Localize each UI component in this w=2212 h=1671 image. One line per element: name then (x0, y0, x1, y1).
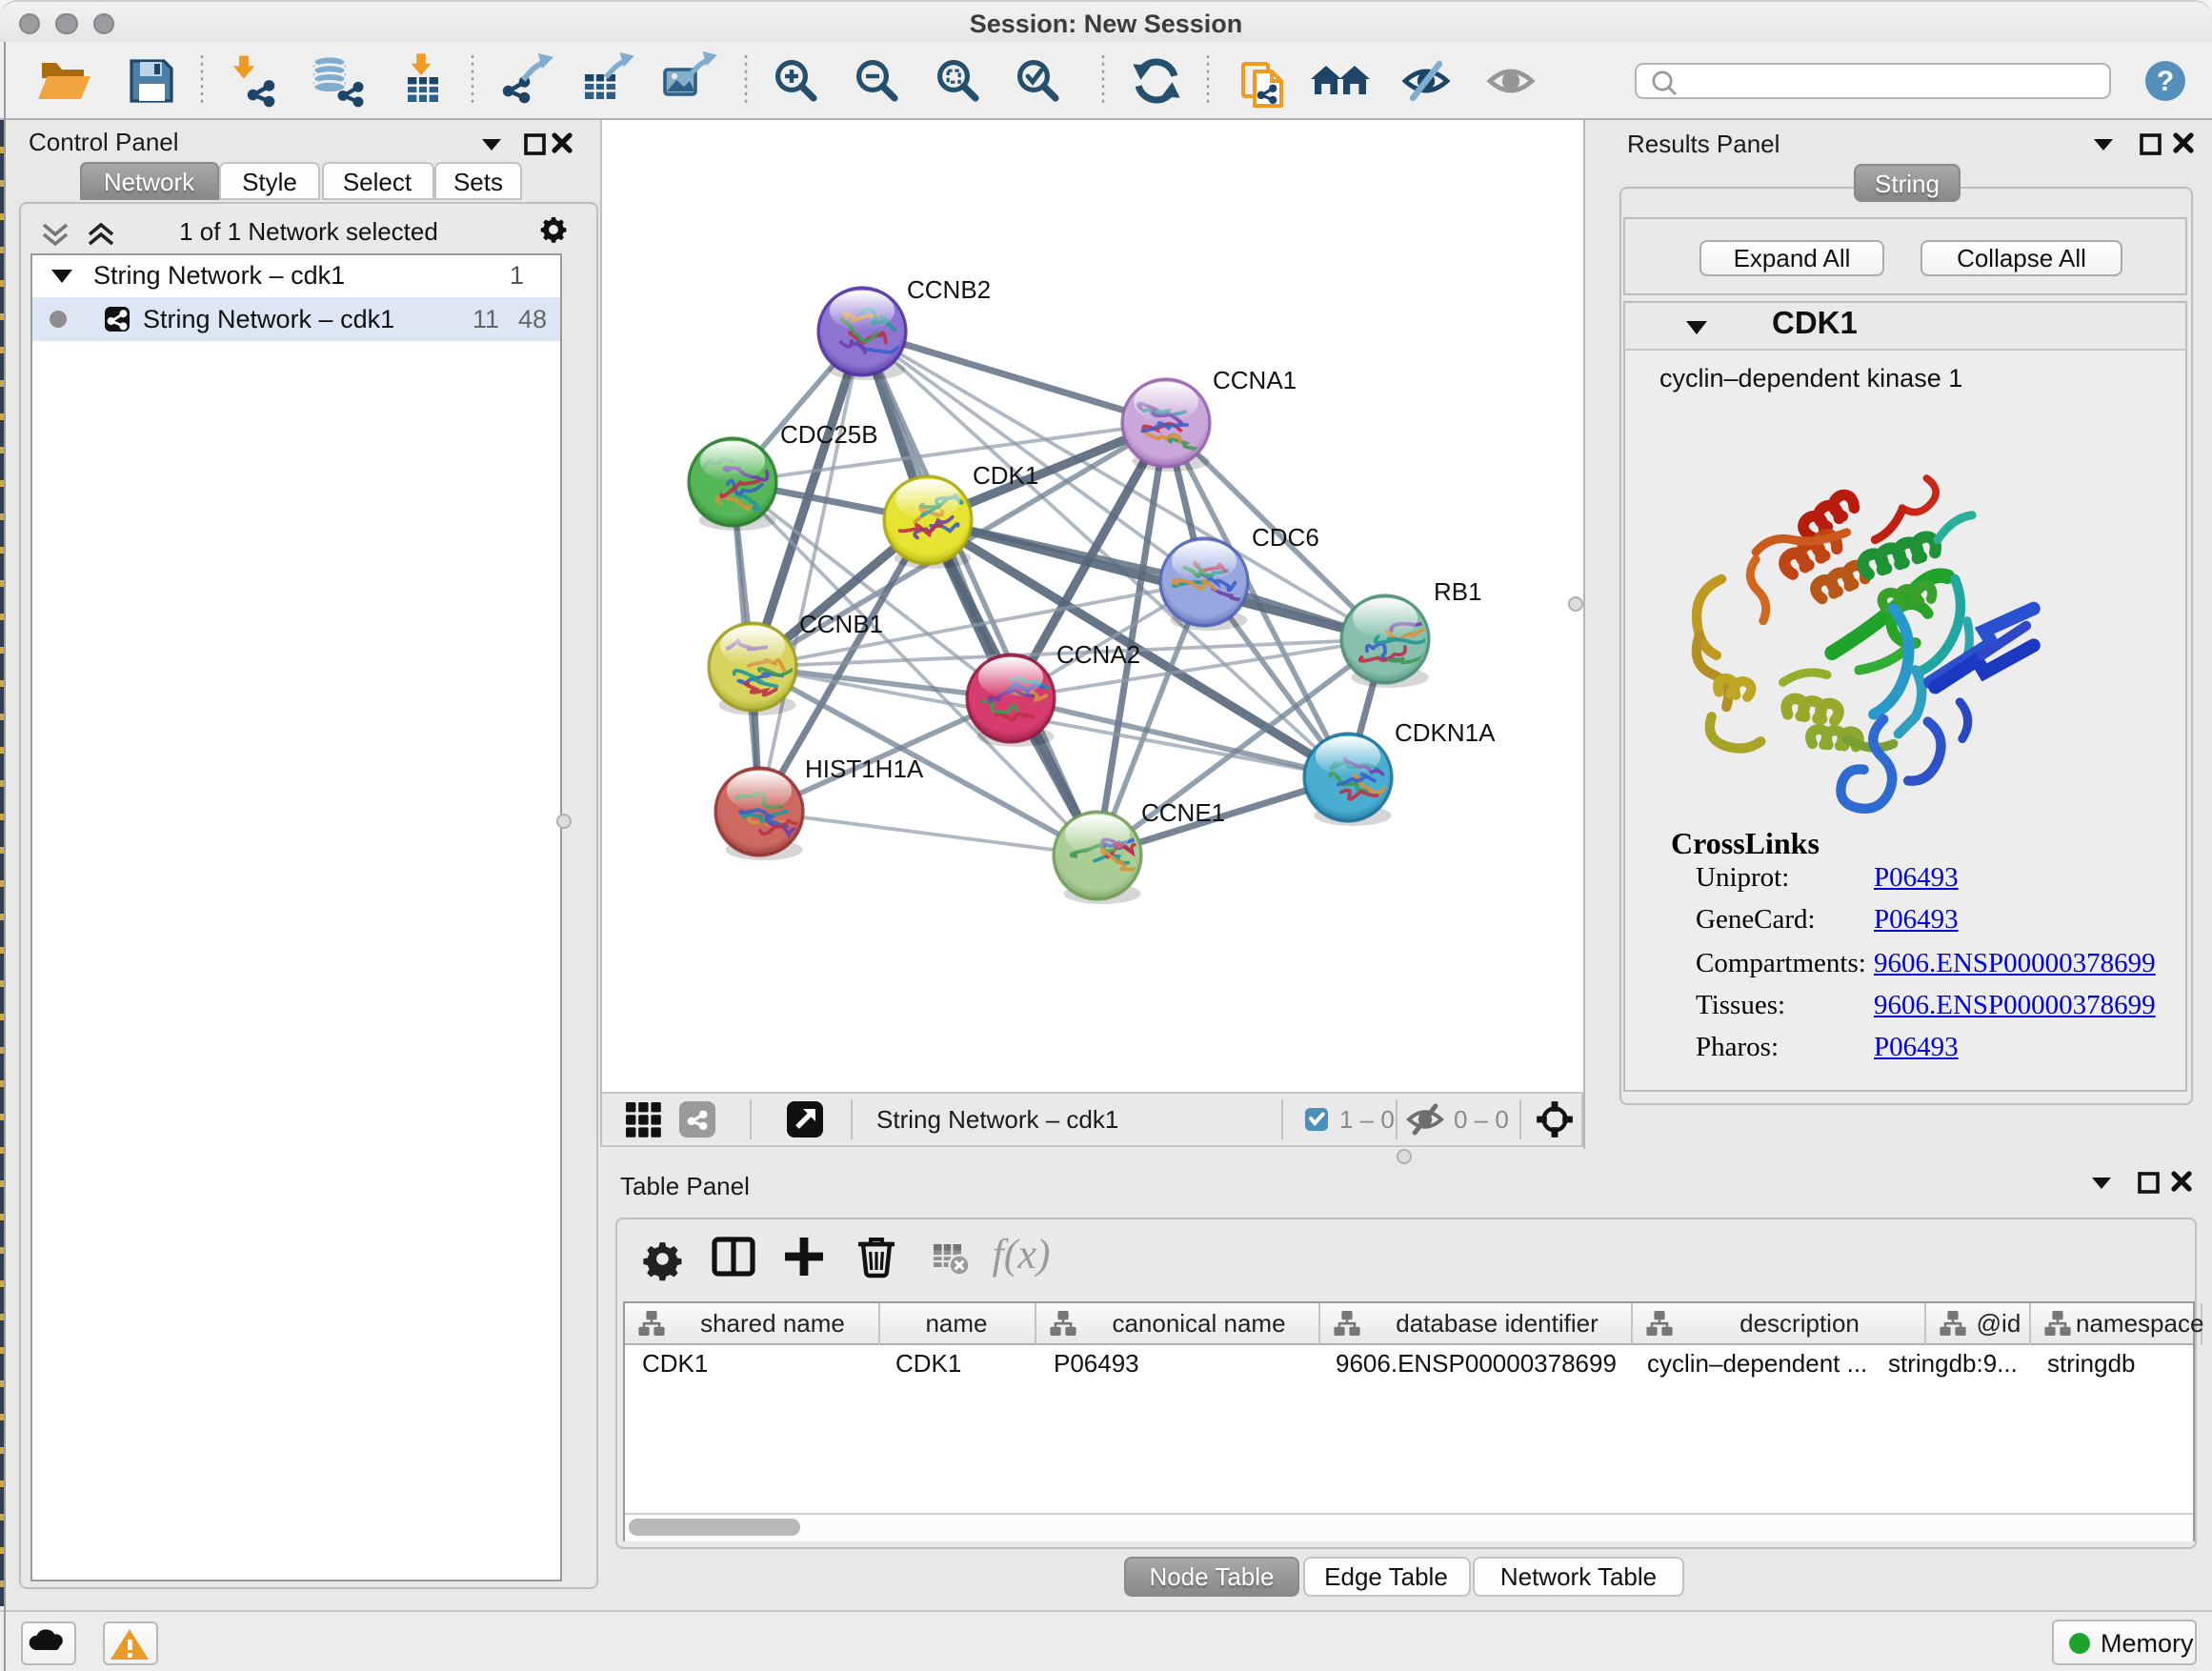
svg-text:CCNE1: CCNE1 (1141, 797, 1225, 826)
svg-text:0 – 0: 0 – 0 (1454, 1105, 1509, 1134)
svg-text:String Network – cdk1: String Network – cdk1 (876, 1105, 1118, 1134)
svg-text:1 – 0: 1 – 0 (1339, 1105, 1395, 1134)
svg-text:CCNB1: CCNB1 (799, 609, 883, 637)
svg-text:CDC25B: CDC25B (780, 419, 878, 448)
svg-text:f(x): f(x) (991, 1230, 1049, 1277)
svg-text:CDKN1A: CDKN1A (1395, 717, 1496, 746)
svg-text:?: ? (2157, 66, 2174, 97)
svg-text:RB1: RB1 (1434, 576, 1482, 605)
svg-text:CDC6: CDC6 (1252, 522, 1319, 551)
svg-text:CDK1: CDK1 (973, 460, 1038, 489)
svg-text:CCNA2: CCNA2 (1056, 639, 1140, 668)
svg-text:CCNB2: CCNB2 (907, 274, 991, 303)
svg-text:HIST1H1A: HIST1H1A (805, 754, 924, 782)
svg-text:CCNA1: CCNA1 (1213, 365, 1297, 393)
